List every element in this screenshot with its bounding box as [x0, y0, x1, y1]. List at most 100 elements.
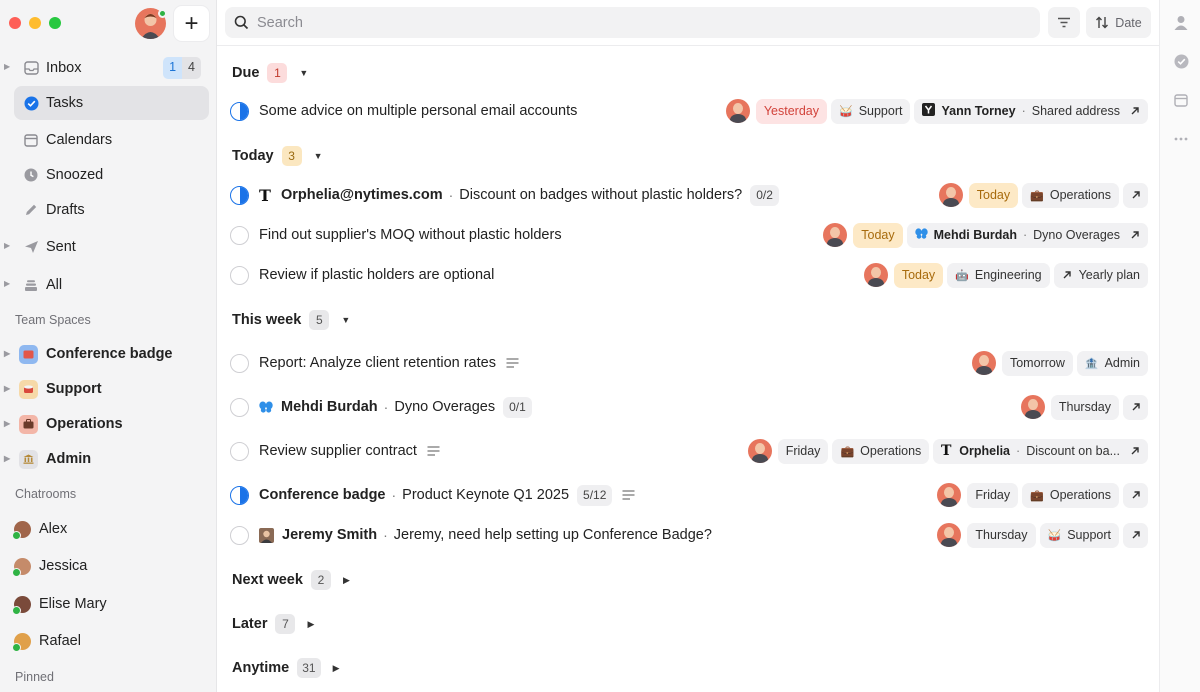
right-rail: [1159, 0, 1200, 692]
task-checkbox[interactable]: [230, 185, 249, 205]
task-row[interactable]: Review if plastic holders are optional T…: [230, 260, 1148, 290]
space-chip[interactable]: 🏦 Admin: [1076, 350, 1148, 376]
arrow-up-right-icon: [1131, 107, 1139, 115]
sidebar-item-calendars[interactable]: Calendars: [14, 123, 209, 157]
chatroom-alex[interactable]: Alex: [12, 514, 209, 544]
task-row[interactable]: Conference badge · Product Keynote Q1 20…: [230, 480, 1148, 510]
group-header-anytime[interactable]: Anytime 31 ▶: [232, 658, 340, 678]
thread-link-chip[interactable]: Yann Torney · Shared address: [914, 98, 1148, 124]
space-chip[interactable]: 💼 Operations: [832, 438, 930, 464]
more-icon[interactable]: [1173, 131, 1189, 147]
calendar-icon[interactable]: [1173, 92, 1189, 108]
filter-button[interactable]: [1048, 7, 1080, 38]
thread-link-chip[interactable]: Mehdi Burdah · Dyno Overages: [906, 222, 1148, 248]
unread-count-badge: 1: [163, 57, 183, 79]
due-date-chip[interactable]: Today: [853, 222, 903, 248]
expand-triangle-icon[interactable]: ▶: [307, 619, 314, 630]
expand-caret-icon[interactable]: ▶: [4, 279, 10, 288]
task-check-icon: [23, 95, 39, 111]
search-input[interactable]: Search: [225, 7, 1040, 38]
collapse-triangle-icon[interactable]: ▼: [341, 315, 350, 325]
chatroom-rafael[interactable]: Rafael: [12, 626, 209, 656]
due-date-chip[interactable]: Thursday: [1050, 394, 1119, 420]
chatroom-jessica[interactable]: Jessica: [12, 551, 209, 581]
due-date-chip[interactable]: Friday: [777, 438, 829, 464]
space-chip[interactable]: 💼 Operations: [1022, 482, 1119, 508]
group-header-next-week[interactable]: Next week 2 ▶: [232, 570, 350, 590]
task-row[interactable]: Review supplier contract Friday 💼 Operati…: [230, 436, 1148, 466]
sidebar-space-admin[interactable]: ▶ Admin: [4, 444, 209, 474]
space-chip[interactable]: 🤖 Engineering: [947, 262, 1050, 288]
expand-caret-icon[interactable]: ▶: [4, 454, 10, 463]
due-date-chip[interactable]: Today: [968, 182, 1019, 208]
task-row[interactable]: Some advice on multiple personal email a…: [230, 96, 1148, 126]
task-checkbox[interactable]: [230, 525, 249, 545]
sidebar-space-support[interactable]: ▶ Support: [4, 374, 209, 404]
expand-caret-icon[interactable]: ▶: [4, 241, 10, 250]
expand-caret-icon[interactable]: ▶: [4, 384, 10, 393]
task-checkbox[interactable]: [230, 225, 249, 245]
chatroom-elise-mary[interactable]: Elise Mary: [12, 589, 209, 619]
task-check-icon[interactable]: [1173, 53, 1189, 69]
collapse-triangle-icon[interactable]: ▼: [314, 151, 323, 161]
task-row[interactable]: Mehdi Burdah · Dyno Overages 0/1 Thursda…: [230, 392, 1148, 422]
task-row[interactable]: Report: Analyze client retention rates T…: [230, 348, 1148, 378]
window-minimize-button[interactable]: [29, 17, 41, 29]
sort-button[interactable]: Date: [1086, 7, 1151, 38]
filter-icon: [1058, 17, 1070, 28]
inbox-icon: [23, 60, 39, 76]
avatar: [1020, 395, 1045, 419]
window-close-button[interactable]: [9, 17, 21, 29]
space-chip[interactable]: 🥁 Support: [830, 98, 911, 124]
group-header-today[interactable]: Today 3 ▼: [232, 146, 323, 166]
group-header-due[interactable]: Due 1 ▼: [232, 63, 308, 83]
task-row[interactable]: Jeremy Smith · Jeremy, need help setting…: [230, 520, 1148, 550]
sidebar-item-label: All: [46, 277, 63, 293]
ticket-icon: [19, 344, 38, 364]
due-date-chip[interactable]: Today: [893, 262, 944, 288]
collapse-triangle-icon[interactable]: ▼: [299, 68, 308, 78]
sidebar-item-sent[interactable]: ▶ Sent: [4, 230, 209, 264]
open-thread-button[interactable]: [1123, 522, 1148, 548]
window-zoom-button[interactable]: [49, 17, 61, 29]
due-date-chip[interactable]: Friday: [967, 482, 1019, 508]
open-thread-button[interactable]: [1123, 394, 1148, 420]
task-checkbox[interactable]: [230, 441, 249, 461]
space-chip[interactable]: 💼 Operations: [1022, 182, 1119, 208]
chatrooms-heading: Chatrooms: [15, 487, 77, 501]
compose-button[interactable]: +: [174, 6, 209, 41]
due-date-chip[interactable]: Thursday: [967, 522, 1036, 548]
task-checkbox[interactable]: [230, 485, 249, 505]
expand-caret-icon[interactable]: ▶: [4, 62, 10, 71]
due-date-chip[interactable]: Yesterday: [755, 98, 827, 124]
task-checkbox[interactable]: [230, 265, 249, 285]
expand-caret-icon[interactable]: ▶: [4, 349, 10, 358]
sidebar-item-snoozed[interactable]: Snoozed: [14, 158, 209, 192]
expand-triangle-icon[interactable]: ▶: [333, 663, 340, 674]
space-chip[interactable]: 🥁 Support: [1039, 522, 1119, 548]
sidebar-item-all[interactable]: ▶ All: [4, 268, 209, 302]
expand-triangle-icon[interactable]: ▶: [343, 575, 350, 586]
sidebar-item-drafts[interactable]: Drafts: [14, 193, 209, 227]
task-row[interactable]: Find out supplier's MOQ without plastic …: [230, 220, 1148, 250]
task-checkbox[interactable]: [230, 353, 249, 373]
sidebar-item-inbox[interactable]: ▶ Inbox 1 4: [4, 51, 209, 85]
due-date-chip[interactable]: Tomorrow: [1001, 350, 1073, 376]
thread-link-chip[interactable]: T Orphelia · Discount on ba...: [933, 438, 1148, 464]
sidebar-item-tasks[interactable]: Tasks: [14, 86, 209, 120]
search-icon: [234, 15, 249, 30]
sidebar: + ▶ Inbox 1 4 Tasks Calendars Snoozed Dr…: [0, 0, 217, 692]
task-row[interactable]: T Orphelia@nytimes.com · Discount on bad…: [230, 180, 1148, 210]
group-header-this-week[interactable]: This week 5 ▼: [232, 310, 350, 330]
sidebar-space-operations[interactable]: ▶ Operations: [4, 409, 209, 439]
task-checkbox[interactable]: [230, 101, 249, 121]
open-thread-button[interactable]: [1123, 182, 1148, 208]
open-thread-button[interactable]: [1123, 482, 1148, 508]
expand-caret-icon[interactable]: ▶: [4, 419, 10, 428]
task-checkbox[interactable]: [230, 397, 249, 417]
sidebar-space-conference-badge[interactable]: ▶ Conference badge: [4, 339, 209, 369]
group-header-later[interactable]: Later 7 ▶: [232, 614, 314, 634]
person-icon[interactable]: [1173, 14, 1189, 30]
link-chip[interactable]: Yearly plan: [1053, 262, 1148, 288]
briefcase-icon: [19, 414, 38, 434]
